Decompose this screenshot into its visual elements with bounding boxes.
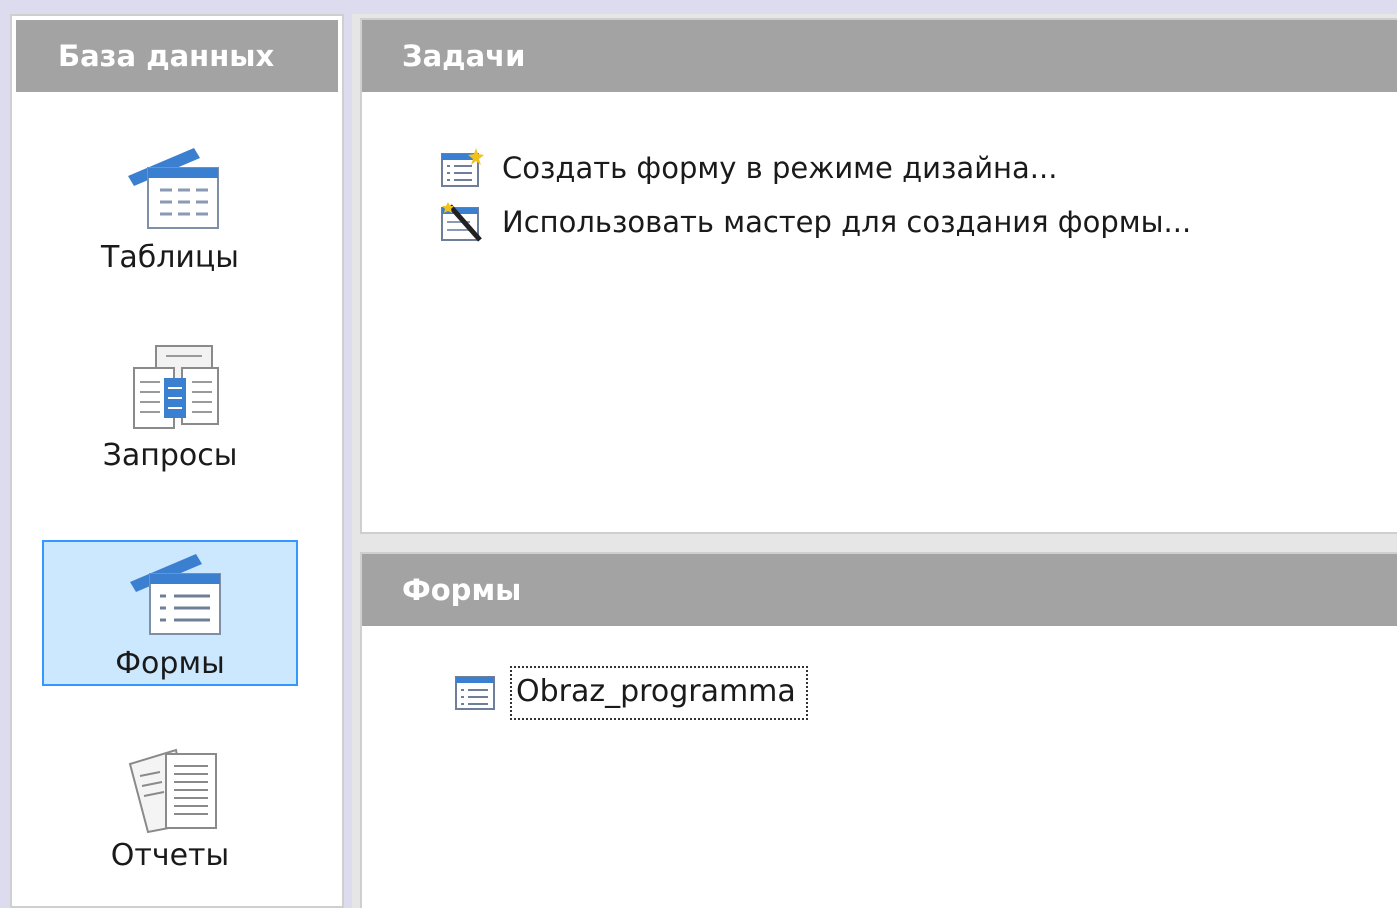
database-panel: База данных Таблицы Запросы Формы Отчеты (10, 14, 344, 908)
form-design-icon (441, 148, 484, 187)
category-label: Формы (115, 646, 225, 681)
category-reports[interactable]: Отчеты (42, 734, 298, 880)
reports-icon (128, 748, 217, 834)
task-label: Создать форму в режиме дизайна... (502, 151, 1058, 185)
forms-panel-header: Формы (362, 554, 1397, 626)
database-panel-header: База данных (16, 20, 338, 92)
tasks-panel-header: Задачи (362, 20, 1397, 92)
category-label: Запросы (102, 438, 238, 473)
form-name: Obraz_programma (510, 666, 808, 720)
category-label: Таблицы (101, 240, 239, 275)
form-list-item[interactable]: Obraz_programma (454, 666, 808, 720)
forms-panel: Формы Obraz_programma (360, 552, 1397, 908)
content-area: Задачи Создать форму в режиме дизайна... (352, 14, 1397, 908)
category-forms[interactable]: Формы (42, 540, 298, 686)
forms-icon (130, 554, 221, 635)
category-queries[interactable]: Запросы (42, 334, 298, 480)
queries-icon (133, 345, 219, 429)
tables-icon (128, 148, 219, 229)
use-form-wizard-link[interactable]: Использовать мастер для создания формы..… (440, 198, 1191, 246)
tasks-panel: Задачи Создать форму в режиме дизайна... (360, 18, 1397, 534)
category-label: Отчеты (110, 838, 230, 873)
form-wizard-icon (441, 202, 482, 242)
form-document-icon (455, 676, 495, 710)
create-form-design-link[interactable]: Создать форму в режиме дизайна... (440, 144, 1057, 192)
task-label: Использовать мастер для создания формы..… (502, 205, 1192, 239)
category-tables[interactable]: Таблицы (42, 136, 298, 282)
